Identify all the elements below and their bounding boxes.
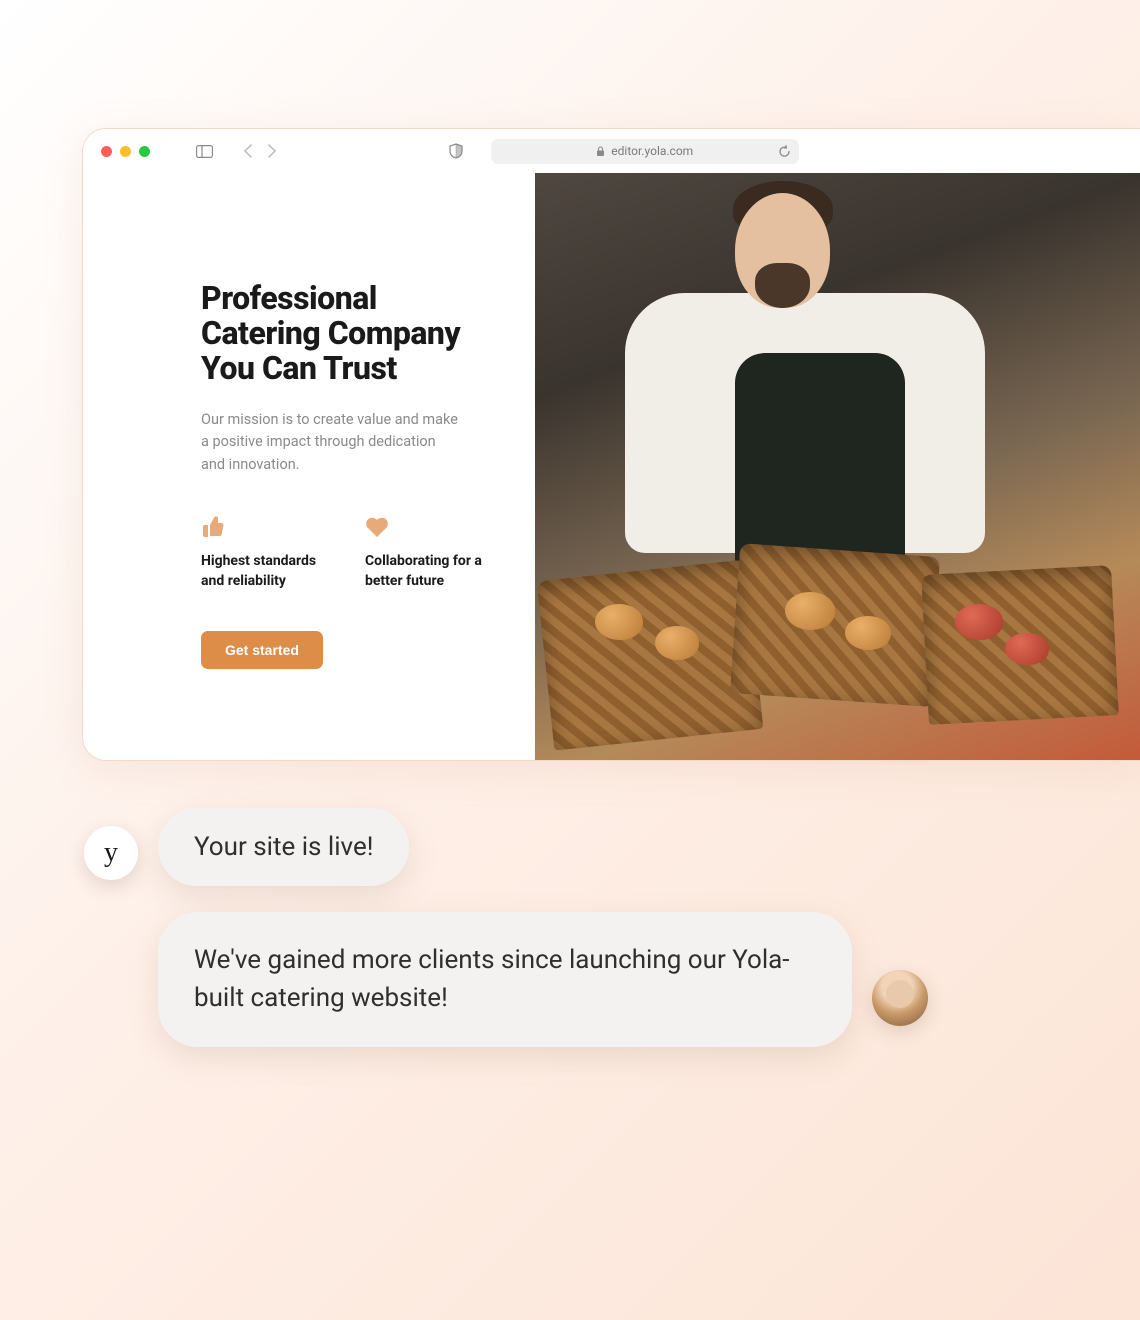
get-started-button[interactable]: Get started <box>201 631 323 669</box>
chat-bubble-brand: Your site is live! <box>158 808 409 886</box>
hero-title: Professional Catering Company You Can Tr… <box>201 281 495 387</box>
feature-row: Highest standards and reliability Collab… <box>201 516 495 591</box>
heart-icon <box>365 516 495 538</box>
traffic-lights <box>101 146 150 157</box>
brand-avatar: y <box>84 826 138 880</box>
reload-button[interactable] <box>778 145 791 158</box>
address-bar[interactable]: editor.yola.com <box>491 139 799 164</box>
feature-item: Highest standards and reliability <box>201 516 331 591</box>
close-window-button[interactable] <box>101 146 112 157</box>
browser-title-bar: editor.yola.com <box>83 129 1140 173</box>
sidebar-toggle-icon[interactable] <box>196 145 213 158</box>
browser-window: editor.yola.com Professional Catering Co… <box>82 128 1140 761</box>
hero-section: Professional Catering Company You Can Tr… <box>83 173 535 760</box>
feature-text: Highest standards and reliability <box>201 552 331 591</box>
thumbs-up-icon <box>201 516 331 538</box>
feature-item: Collaborating for a better future <box>365 516 495 591</box>
chat-message-text: Your site is live! <box>194 832 373 862</box>
page-content: Professional Catering Company You Can Tr… <box>83 173 1140 760</box>
hero-subtitle: Our mission is to create value and make … <box>201 409 461 476</box>
back-button[interactable] <box>243 144 253 158</box>
minimize-window-button[interactable] <box>120 146 131 157</box>
address-bar-url: editor.yola.com <box>611 144 693 158</box>
nav-arrows <box>243 144 277 158</box>
chat-bubble-user: We've gained more clients since launchin… <box>158 912 852 1047</box>
feature-text: Collaborating for a better future <box>365 552 495 591</box>
forward-button[interactable] <box>267 144 277 158</box>
privacy-shield-icon[interactable] <box>449 143 463 159</box>
user-avatar <box>872 970 928 1026</box>
chat-message-text: We've gained more clients since launchin… <box>194 945 789 1013</box>
hero-image <box>535 173 1140 760</box>
maximize-window-button[interactable] <box>139 146 150 157</box>
lock-icon <box>596 146 605 157</box>
